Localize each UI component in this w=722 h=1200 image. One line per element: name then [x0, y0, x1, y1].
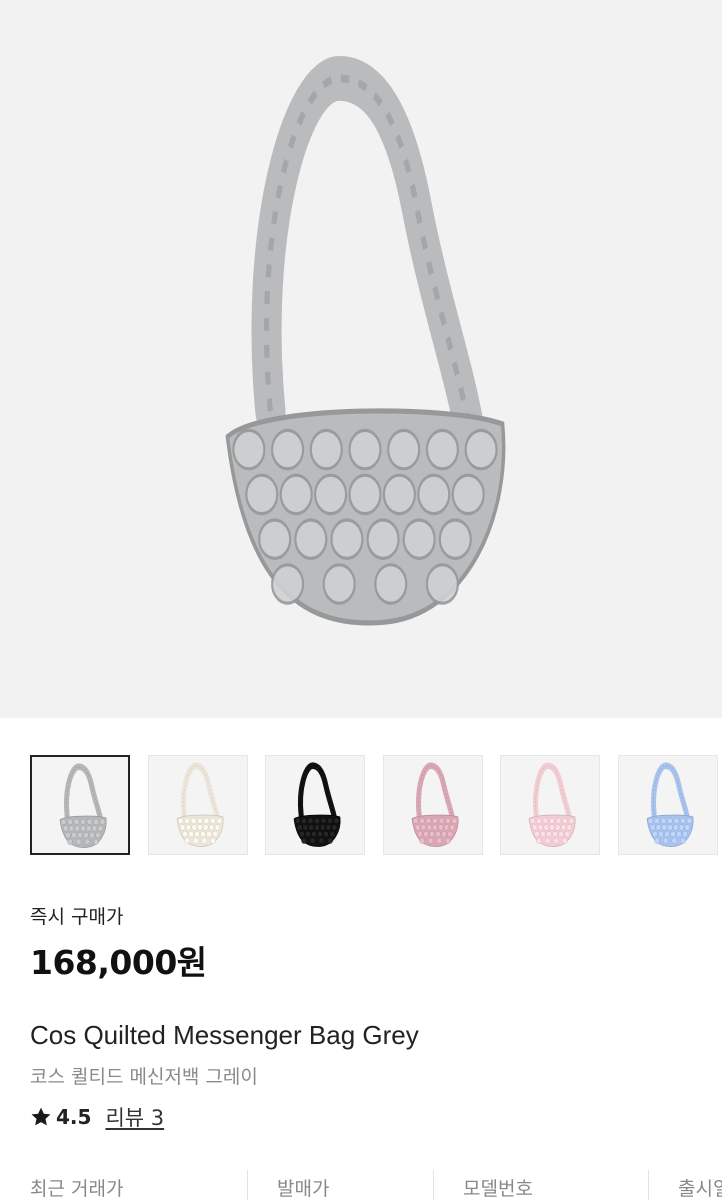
product-main-image[interactable] — [0, 0, 722, 718]
thumbnail-5[interactable] — [500, 755, 600, 855]
info-col-recent-price: 최근 거래가 — [30, 1178, 124, 1200]
thumbnail-6[interactable] — [617, 755, 718, 855]
thumbnail-strip[interactable] — [30, 755, 722, 857]
thumbnail-4[interactable] — [382, 755, 483, 855]
info-col-model-number: 모델번호 — [463, 1178, 533, 1200]
review-link[interactable]: 리뷰 3 — [105, 1102, 164, 1132]
black-bag-thumbnail — [293, 762, 341, 847]
buy-now-price-label: 즉시 구매가 — [30, 906, 124, 928]
divider — [648, 1170, 649, 1200]
bag-illustration — [225, 55, 506, 626]
product-title-korean: 코스 퀼티드 메신저백 그레이 — [30, 1066, 258, 1088]
info-col-release-price: 발매가 — [277, 1178, 330, 1200]
thumbnail-1[interactable] — [30, 755, 130, 855]
thumbnail-2[interactable] — [147, 755, 248, 855]
rating-value: 4.5 — [56, 1105, 92, 1129]
info-col-release-date: 출시일 — [678, 1178, 722, 1200]
info-columns: 최근 거래가 발매가 모델번호 출시일 — [0, 1166, 722, 1200]
thumbnail-3[interactable] — [265, 755, 365, 855]
grey-bag-thumbnail — [59, 763, 107, 848]
blue-bag-thumbnail — [646, 762, 693, 847]
divider — [247, 1170, 248, 1200]
pink-bag-thumbnail — [411, 762, 458, 847]
light-pink-bag-thumbnail — [528, 762, 576, 847]
price-value: 168,000원 — [30, 943, 207, 982]
divider — [433, 1170, 434, 1200]
star-icon — [31, 1107, 51, 1126]
rating-row: 4.5 리뷰 3 — [30, 1102, 164, 1132]
product-title-english: Cos Quilted Messenger Bag Grey — [30, 1020, 419, 1050]
cream-bag-thumbnail — [176, 762, 223, 847]
